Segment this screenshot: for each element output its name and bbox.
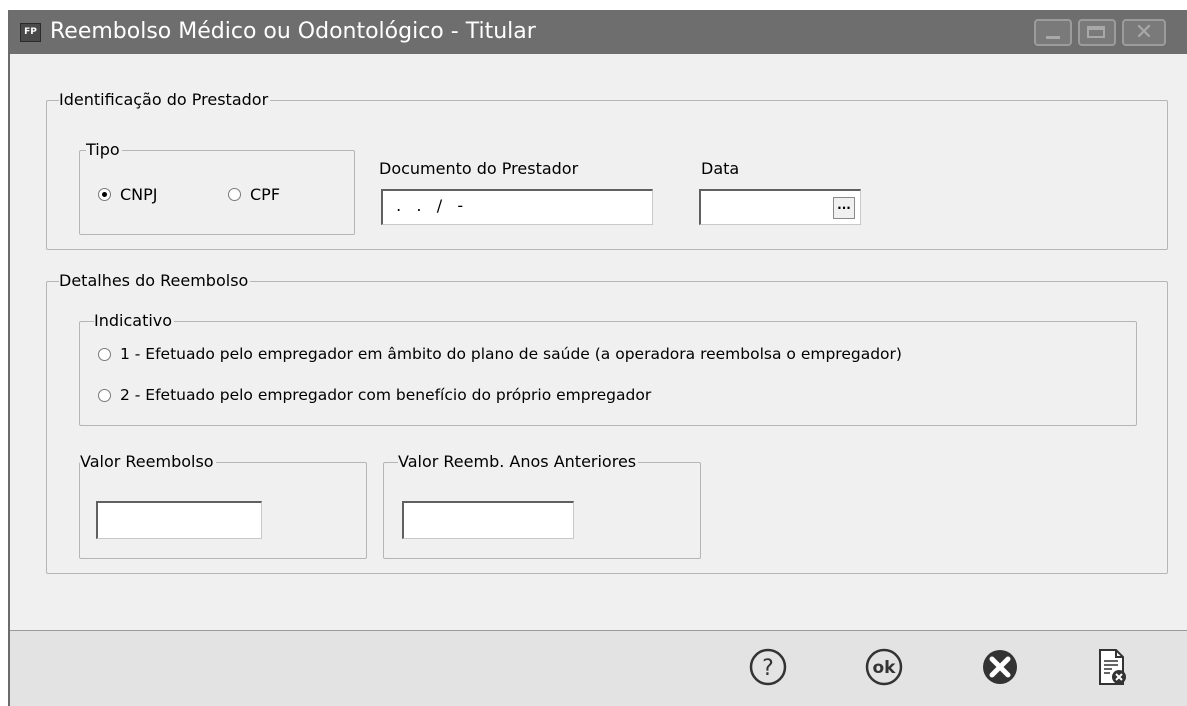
indicativo-option-1-dot <box>98 347 111 361</box>
tipo-legend: Tipo <box>86 140 122 160</box>
minimize-button[interactable] <box>1034 19 1072 46</box>
valor-anteriores-group: Valor Reemb. Anos Anteriores <box>383 452 701 559</box>
help-icon-text: ? <box>762 656 774 681</box>
prestador-group: Identificação do Prestador Tipo CNPJ CPF… <box>46 90 1168 250</box>
tipo-group: Tipo CNPJ CPF <box>79 140 355 235</box>
cpf-label: CPF <box>250 185 281 204</box>
cpf-radio-dot <box>228 188 241 201</box>
documento-input[interactable]: . . / - <box>381 189 653 225</box>
reembolso-group: Detalhes do Reembolso Indicativo 1 - Efe… <box>46 271 1168 574</box>
indicativo-option-2[interactable]: 2 - Efetuado pelo empregador com benefíc… <box>98 386 651 404</box>
documento-label: Documento do Prestador <box>379 159 579 178</box>
button-bar: ? ok <box>10 630 1187 706</box>
maximize-button[interactable] <box>1078 19 1116 46</box>
report-icon[interactable] <box>1092 647 1132 687</box>
prestador-legend: Identificação do Prestador <box>59 90 271 110</box>
cnpj-label: CNPJ <box>120 185 158 204</box>
ok-icon-text: ok <box>873 658 897 678</box>
indicativo-group: Indicativo 1 - Efetuado pelo empregador … <box>79 311 1137 426</box>
cnpj-radio-dot <box>98 188 111 201</box>
valor-anteriores-legend: Valor Reemb. Anos Anteriores <box>398 452 639 472</box>
cnpj-radio[interactable]: CNPJ <box>98 185 158 204</box>
valor-reembolso-group: Valor Reembolso <box>79 452 367 559</box>
indicativo-option-1-label: 1 - Efetuado pelo empregador em âmbito d… <box>120 345 902 363</box>
indicativo-option-2-dot <box>98 388 111 402</box>
close-button[interactable]: ✕ <box>1122 19 1166 46</box>
indicativo-option-2-label: 2 - Efetuado pelo empregador com benefíc… <box>120 386 652 404</box>
reembolso-legend: Detalhes do Reembolso <box>59 271 251 291</box>
close-icon: ✕ <box>1134 20 1154 45</box>
cpf-radio[interactable]: CPF <box>228 185 280 204</box>
indicativo-legend: Indicativo <box>94 311 175 331</box>
help-icon[interactable]: ? <box>748 647 788 687</box>
app-icon: FP <box>20 23 41 42</box>
window-title: Reembolso Médico ou Odontológico - Titul… <box>50 19 536 44</box>
title-bar[interactable]: FP Reembolso Médico ou Odontológico - Ti… <box>10 10 1187 54</box>
valor-reembolso-input[interactable] <box>96 501 262 539</box>
cancel-icon[interactable] <box>980 647 1020 687</box>
data-label: Data <box>701 159 740 178</box>
dialog-window: FP Reembolso Médico ou Odontológico - Ti… <box>8 10 1187 706</box>
valor-reembolso-legend: Valor Reembolso <box>80 452 216 472</box>
valor-anteriores-input[interactable] <box>402 501 574 539</box>
ok-icon[interactable]: ok <box>864 647 904 687</box>
indicativo-option-1[interactable]: 1 - Efetuado pelo empregador em âmbito d… <box>98 345 902 363</box>
ellipsis-icon[interactable]: ... <box>833 197 855 219</box>
